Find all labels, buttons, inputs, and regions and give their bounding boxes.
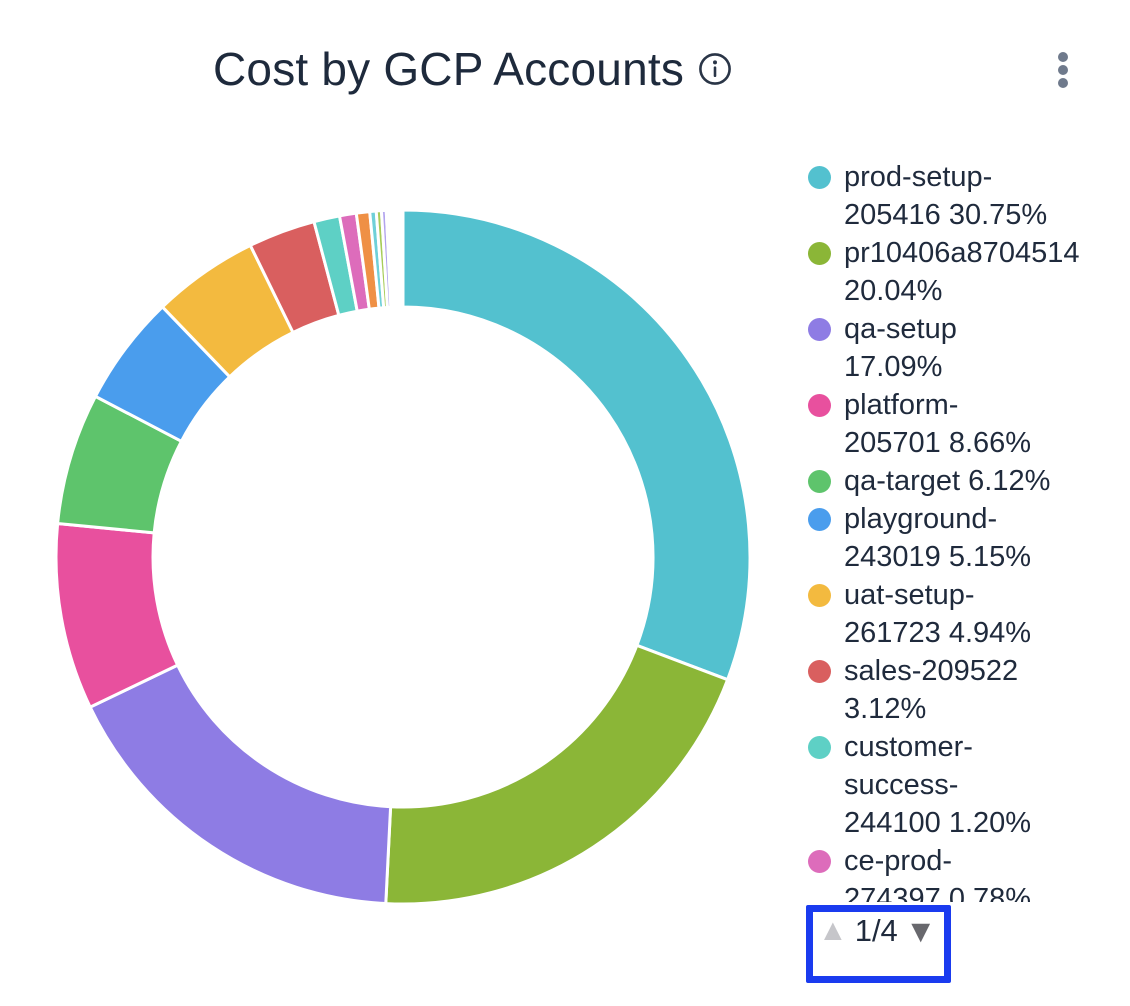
legend-item[interactable]: qa-setup 17.09% — [808, 310, 1130, 386]
legend-swatch-icon — [808, 318, 831, 341]
legend-item[interactable]: uat-setup- 261723 4.94% — [808, 576, 1130, 652]
legend-swatch-icon — [808, 850, 831, 873]
donut-slice-pr10406a8704514[interactable] — [386, 645, 728, 904]
page-up-icon[interactable]: ▲ — [818, 916, 848, 946]
legend-swatch-icon — [808, 584, 831, 607]
legend-swatch-icon — [808, 242, 831, 265]
legend-item[interactable]: qa-target 6.12% — [808, 462, 1130, 500]
legend-label: prod-setup- 205416 30.75% — [844, 158, 1047, 234]
legend-item[interactable]: customer- success- 244100 1.20% — [808, 728, 1130, 842]
legend-pagination: ▲ 1/4 ▼ — [813, 912, 944, 949]
legend-swatch-icon — [808, 736, 831, 759]
legend-label: customer- success- 244100 1.20% — [844, 728, 1031, 842]
legend-label: ce-prod- 274397 0.78% — [844, 842, 1031, 902]
legend-label: platform- 205701 8.66% — [844, 386, 1031, 462]
page-indicator: 1/4 — [855, 913, 898, 949]
legend-swatch-icon — [808, 394, 831, 417]
donut-slice-unlabeled-rest[interactable] — [388, 210, 403, 307]
donut-slice-prod-setup-205416[interactable] — [403, 210, 750, 680]
legend-label: sales-209522 3.12% — [844, 652, 1018, 728]
legend-item[interactable]: ce-prod- 274397 0.78% — [808, 842, 1130, 902]
legend-item[interactable]: pr10406a8704514 20.04% — [808, 234, 1130, 310]
legend-label: qa-setup 17.09% — [844, 310, 957, 386]
legend-label: qa-target 6.12% — [844, 462, 1050, 500]
legend-swatch-icon — [808, 470, 831, 493]
legend-swatch-icon — [808, 508, 831, 531]
legend-swatch-icon — [808, 660, 831, 683]
chart-legend: prod-setup- 205416 30.75%pr10406a8704514… — [808, 158, 1130, 902]
legend-label: playground- 243019 5.15% — [844, 500, 1031, 576]
legend-label: uat-setup- 261723 4.94% — [844, 576, 1031, 652]
donut-slice-qa-setup[interactable] — [90, 665, 390, 903]
legend-item[interactable]: prod-setup- 205416 30.75% — [808, 158, 1130, 234]
legend-label: pr10406a8704514 20.04% — [844, 234, 1079, 310]
legend-item[interactable]: platform- 205701 8.66% — [808, 386, 1130, 462]
page-down-icon[interactable]: ▼ — [905, 915, 937, 947]
legend-item[interactable]: sales-209522 3.12% — [808, 652, 1130, 728]
legend-item[interactable]: playground- 243019 5.15% — [808, 500, 1130, 576]
legend-swatch-icon — [808, 166, 831, 189]
focus-highlight-box: ▲ 1/4 ▼ — [806, 905, 951, 983]
